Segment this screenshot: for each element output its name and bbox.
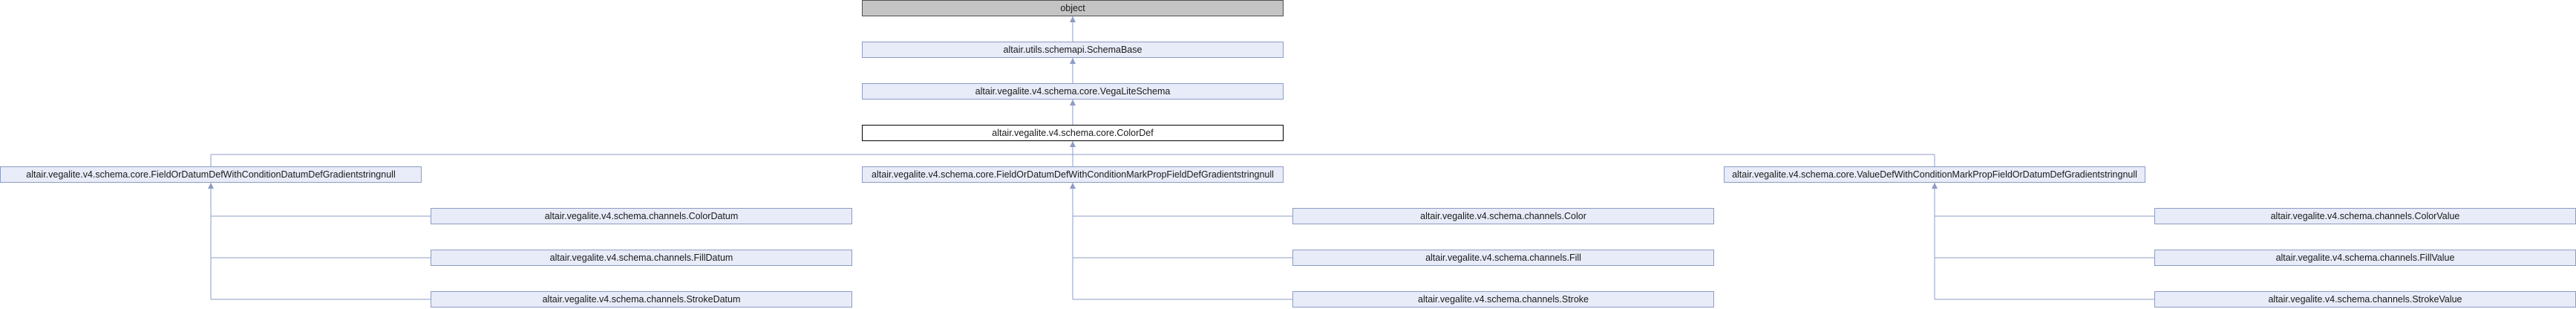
arrowhead-schemabase [1070,58,1076,64]
class-node-object[interactable]: object [862,0,1284,16]
class-node-fill[interactable]: altair.vegalite.v4.schema.channels.Fill [1292,250,1714,266]
class-node-color[interactable]: altair.vegalite.v4.schema.channels.Color [1292,208,1714,224]
arrowhead-vegaliteschema [1070,100,1076,105]
class-node-valuedef[interactable]: altair.vegalite.v4.schema.core.ValueDefW… [1724,166,2145,183]
class-node-colordef: altair.vegalite.v4.schema.core.ColorDef [862,125,1284,141]
class-node-vegaliteschema[interactable]: altair.vegalite.v4.schema.core.VegaLiteS… [862,83,1284,100]
class-node-strokedatum[interactable]: altair.vegalite.v4.schema.channels.Strok… [431,291,852,308]
class-node-colordatum[interactable]: altair.vegalite.v4.schema.channels.Color… [431,208,852,224]
class-node-strokevalue[interactable]: altair.vegalite.v4.schema.channels.Strok… [2154,291,2576,308]
class-node-stroke[interactable]: altair.vegalite.v4.schema.channels.Strok… [1292,291,1714,308]
class-node-fillvalue[interactable]: altair.vegalite.v4.schema.channels.FillV… [2154,250,2576,266]
class-node-filldatum[interactable]: altair.vegalite.v4.schema.channels.FillD… [431,250,852,266]
class-node-schemabase[interactable]: altair.utils.schemapi.SchemaBase [862,42,1284,58]
class-node-colorvalue[interactable]: altair.vegalite.v4.schema.channels.Color… [2154,208,2576,224]
class-node-fodmark[interactable]: altair.vegalite.v4.schema.core.FieldOrDa… [862,166,1284,183]
arrowhead-object [1070,16,1076,22]
class-node-fodcond[interactable]: altair.vegalite.v4.schema.core.FieldOrDa… [0,166,422,183]
